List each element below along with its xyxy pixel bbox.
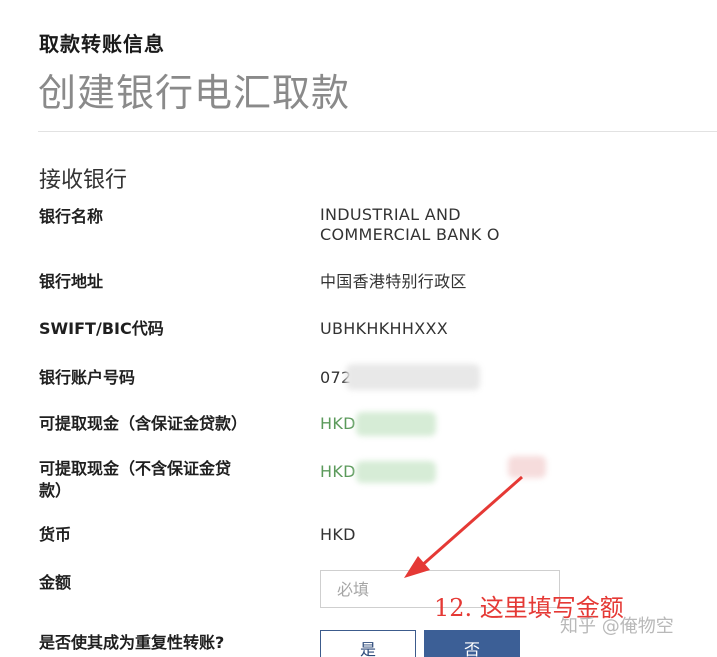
withdrawable-excl-margin-label: 可提取现金（不含保证金贷 款） (39, 459, 232, 500)
page-title: 创建银行电汇取款 (38, 71, 351, 115)
recurring-no-button[interactable]: 否 (424, 630, 520, 657)
withdrawable-incl-margin-label: 可提取现金（含保证金贷款） (39, 414, 248, 433)
recurring-transfer-label: 是否使其成为重复性转账? (39, 633, 225, 652)
amount-label: 金额 (39, 573, 72, 592)
receiving-bank-title: 接收银行 (39, 168, 128, 193)
redacted-mark-blur (508, 456, 546, 478)
bank-name-value: INDUSTRIAL AND COMMERCIAL BANK O (320, 205, 500, 244)
section-heading: 取款转账信息 (39, 32, 165, 56)
bank-address-value: 中国香港特别行政区 (320, 272, 467, 291)
bank-address-label: 银行地址 (39, 272, 104, 291)
swift-code-label: SWIFT/BIC代码 (39, 319, 164, 338)
bank-name-label: 银行名称 (39, 207, 104, 226)
redacted-amount-blur (356, 461, 436, 483)
divider (38, 131, 717, 132)
withdrawable-excl-margin-value: HKD (320, 462, 356, 481)
account-number-label: 银行账户号码 (39, 368, 136, 387)
swift-code-value: UBHKHKHHXXX (320, 319, 448, 338)
recurring-yes-button[interactable]: 是 (320, 630, 416, 657)
redacted-account-blur (346, 364, 480, 390)
currency-label: 货币 (39, 525, 72, 544)
redacted-amount-blur (356, 412, 436, 436)
withdrawable-incl-margin-value: HKD (320, 414, 356, 433)
currency-value: HKD (320, 525, 356, 544)
watermark: 知乎 @俺物空 (560, 616, 674, 637)
